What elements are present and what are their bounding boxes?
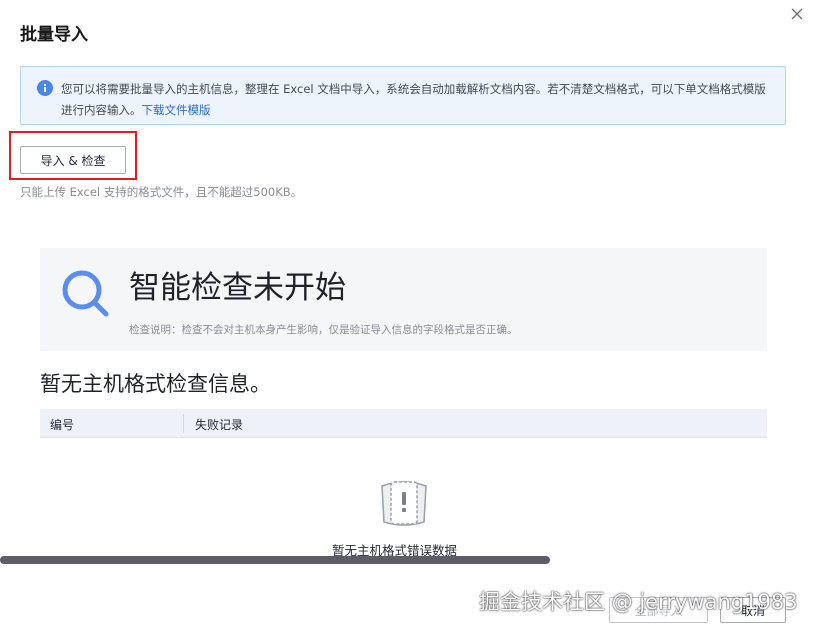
check-title: 智能检查未开始 (129, 270, 346, 306)
info-banner: 您可以将需要批量导入的主机信息，整理在 Excel 文档中导入，系统会自动加载解… (20, 66, 786, 125)
watermark-text: 掘金技术社区 @ jerrywang1983 (479, 590, 798, 614)
download-template-link[interactable]: 下载文件模版 (142, 103, 211, 117)
dialog-title: 批量导入 (20, 25, 88, 45)
column-divider (183, 414, 184, 433)
horizontal-scrollbar[interactable] (0, 556, 550, 564)
empty-warning-icon (381, 481, 427, 526)
info-text: 您可以将需要批量导入的主机信息，整理在 Excel 文档中导入，系统会自动加载解… (61, 79, 776, 121)
result-table-header: 编号 失败记录 (40, 409, 767, 438)
column-header-id: 编号 (50, 418, 75, 432)
upload-hint: 只能上传 Excel 支持的格式文件，且不能超过500KB。 (20, 185, 303, 199)
import-check-button[interactable]: 导入 & 检查 (20, 146, 126, 174)
check-status-card: 智能检查未开始 检查说明：检查不会对主机本身产生影响，仅是验证导入信息的字段格式… (40, 248, 767, 351)
check-description: 检查说明：检查不会对主机本身产生影响，仅是验证导入信息的字段格式是否正确。 (129, 324, 518, 336)
column-header-failure-record: 失败记录 (195, 418, 244, 432)
info-icon (37, 80, 53, 96)
close-icon[interactable] (788, 5, 806, 23)
magnifier-icon (62, 270, 109, 317)
result-heading: 暂无主机格式检查信息。 (40, 372, 271, 396)
